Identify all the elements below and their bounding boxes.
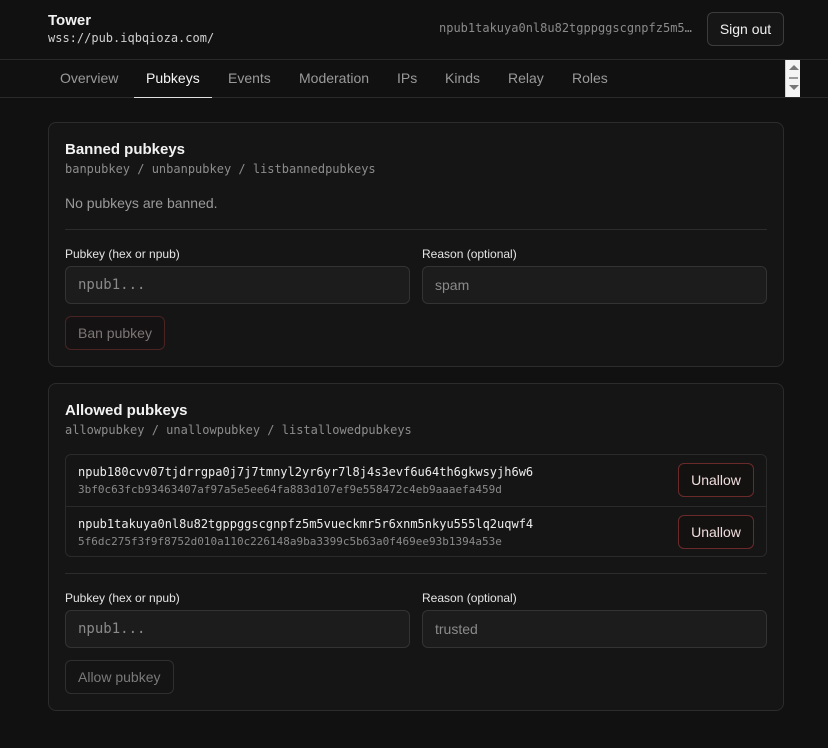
nav-tabs: Overview Pubkeys Events Moderation IPs K… bbox=[0, 60, 828, 98]
relay-name: Tower bbox=[48, 12, 92, 29]
allow-pubkey-input[interactable] bbox=[65, 610, 410, 648]
allow-pubkey-button[interactable]: Allow pubkey bbox=[65, 660, 174, 694]
tab-roles[interactable]: Roles bbox=[560, 60, 620, 98]
tab-relay[interactable]: Relay bbox=[496, 60, 556, 98]
ban-reason-input[interactable] bbox=[422, 266, 767, 304]
tabs-scrollbar[interactable] bbox=[785, 60, 800, 97]
tab-moderation[interactable]: Moderation bbox=[287, 60, 381, 98]
unallow-button[interactable]: Unallow bbox=[678, 463, 754, 497]
app-header: Tower wss://pub.iqbqioza.com/ npub1takuy… bbox=[0, 0, 828, 60]
list-item: npub180cvv07tjdrrgpa0j7j7tmnyl2yr6yr7l8j… bbox=[66, 455, 766, 506]
tab-kinds[interactable]: Kinds bbox=[433, 60, 492, 98]
allow-pubkey-label: Pubkey (hex or npub) bbox=[65, 591, 180, 605]
ban-pubkey-label: Pubkey (hex or npub) bbox=[65, 247, 180, 261]
allowed-card-methods: allowpubkey / unallowpubkey / listallowe… bbox=[65, 423, 412, 437]
banned-pubkeys-card: Banned pubkeys banpubkey / unbanpubkey /… bbox=[48, 122, 784, 367]
relay-url: wss://pub.iqbqioza.com/ bbox=[48, 31, 215, 45]
divider bbox=[65, 229, 767, 230]
tab-overview[interactable]: Overview bbox=[48, 60, 130, 98]
allowed-npub: npub180cvv07tjdrrgpa0j7j7tmnyl2yr6yr7l8j… bbox=[78, 465, 534, 479]
banned-empty-message: No pubkeys are banned. bbox=[65, 195, 218, 211]
ban-pubkey-button[interactable]: Ban pubkey bbox=[65, 316, 165, 350]
tab-events[interactable]: Events bbox=[216, 60, 283, 98]
allowed-npub: npub1takuya0nl8u82tgppggscgnpfz5m5vueckm… bbox=[78, 517, 534, 531]
scroll-up-arrow-icon[interactable] bbox=[789, 65, 799, 70]
allowed-card-title: Allowed pubkeys bbox=[65, 402, 188, 419]
allowed-hex: 5f6dc275f3f9f8752d010a110c226148a9ba3399… bbox=[78, 535, 502, 548]
divider bbox=[65, 573, 767, 574]
allowed-pubkeys-list: npub180cvv07tjdrrgpa0j7j7tmnyl2yr6yr7l8j… bbox=[65, 454, 767, 557]
sign-out-button[interactable]: Sign out bbox=[707, 12, 784, 46]
list-item: npub1takuya0nl8u82tgppggscgnpfz5m5vueckm… bbox=[66, 506, 766, 556]
scroll-down-arrow-icon[interactable] bbox=[789, 85, 799, 90]
tab-pubkeys[interactable]: Pubkeys bbox=[134, 60, 212, 98]
tab-ips[interactable]: IPs bbox=[385, 60, 429, 98]
ban-reason-label: Reason (optional) bbox=[422, 247, 517, 261]
scroll-thumb[interactable] bbox=[789, 77, 798, 79]
banned-card-methods: banpubkey / unbanpubkey / listbannedpubk… bbox=[65, 162, 376, 176]
allow-reason-input[interactable] bbox=[422, 610, 767, 648]
allowed-pubkeys-card: Allowed pubkeys allowpubkey / unallowpub… bbox=[48, 383, 784, 711]
banned-card-title: Banned pubkeys bbox=[65, 141, 186, 158]
allow-reason-label: Reason (optional) bbox=[422, 591, 517, 605]
ban-pubkey-input[interactable] bbox=[65, 266, 410, 304]
unallow-button[interactable]: Unallow bbox=[678, 515, 754, 549]
current-user-npub: npub1takuya0nl8u82tgppggscgnpfz5m5vueckm… bbox=[439, 21, 693, 35]
allowed-hex: 3bf0c63fcb93463407af97a5e5ee64fa883d107e… bbox=[78, 483, 502, 496]
